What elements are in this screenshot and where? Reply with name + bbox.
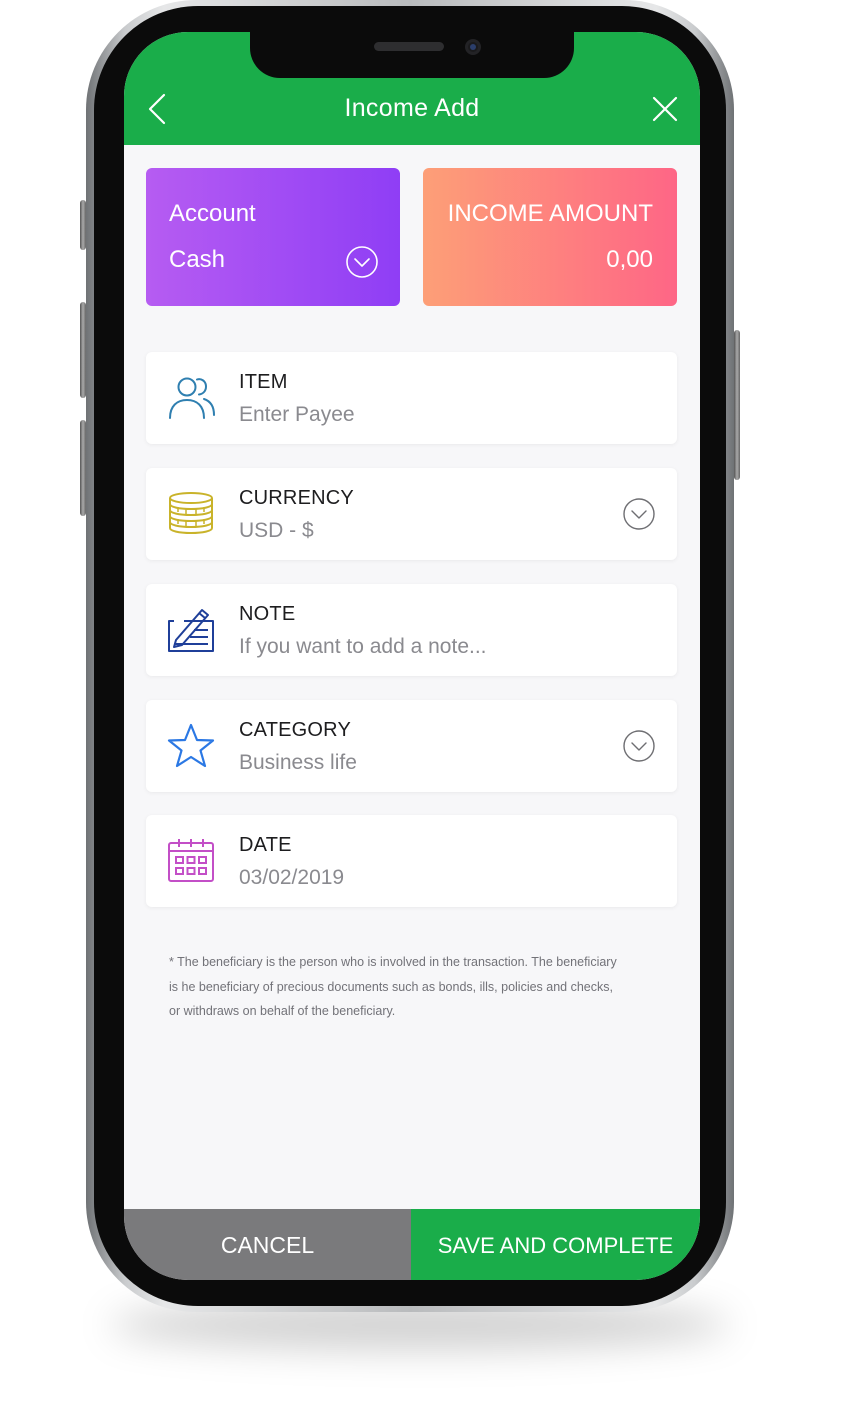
action-bar: CANCEL SAVE AND COMPLETE [124, 1209, 700, 1280]
account-label: Account [169, 200, 256, 227]
calendar-icon [168, 839, 214, 882]
close-icon[interactable] [650, 94, 680, 124]
chevron-down-circle-icon[interactable] [622, 729, 656, 763]
income-amount-value[interactable]: 0,00 [606, 246, 653, 274]
coins-icon [169, 492, 213, 535]
account-card[interactable]: Account Cash [146, 168, 400, 306]
currency-label: CURRENCY [239, 487, 354, 509]
star-icon [167, 723, 215, 768]
note-pen-icon [168, 609, 214, 652]
date-label: DATE [239, 834, 292, 856]
item-input[interactable]: Enter Payee [239, 403, 355, 427]
chevron-down-circle-icon[interactable] [345, 245, 379, 279]
footnote-line: is he beneficiary of precious documents … [169, 979, 613, 994]
mute-switch [80, 200, 86, 250]
category-field[interactable]: CATEGORY Business life [146, 700, 677, 792]
note-label: NOTE [239, 603, 296, 625]
category-value: Business life [239, 751, 357, 774]
power-button [734, 330, 740, 480]
beneficiary-footnote: * The beneficiary is the person who is i… [169, 950, 669, 1024]
date-value[interactable]: 03/02/2019 [239, 866, 344, 890]
speaker-grille [374, 42, 444, 51]
currency-value: USD - $ [239, 519, 314, 542]
note-field[interactable]: NOTE If you want to add a note... [146, 584, 677, 676]
footnote-line: or withdraws on behalf of the beneficiar… [169, 1004, 396, 1018]
note-input[interactable]: If you want to add a note... [239, 635, 487, 659]
income-amount-label: INCOME AMOUNT [447, 200, 653, 227]
page-title: Income Add [344, 94, 480, 122]
chevron-down-circle-icon[interactable] [622, 497, 656, 531]
item-field[interactable]: ITEM Enter Payee [146, 352, 677, 444]
volume-up-button [80, 302, 86, 398]
device-notch [250, 32, 574, 78]
account-value: Cash [169, 246, 226, 273]
front-camera [465, 39, 481, 55]
category-label: CATEGORY [239, 719, 351, 741]
footnote-line: * The beneficiary is the person who is i… [169, 955, 617, 969]
item-label: ITEM [239, 371, 288, 393]
date-field[interactable]: DATE 03/02/2019 [146, 815, 677, 907]
app-screen: Income Add Account Cash INCOME AMOUNT 0,… [124, 32, 700, 1280]
volume-down-button [80, 420, 86, 516]
currency-field[interactable]: CURRENCY USD - $ [146, 468, 677, 560]
save-and-complete-button[interactable]: SAVE AND COMPLETE [411, 1209, 700, 1280]
cancel-button[interactable]: CANCEL [124, 1209, 411, 1280]
income-amount-card[interactable]: INCOME AMOUNT 0,00 [423, 168, 677, 306]
users-icon [169, 377, 215, 419]
